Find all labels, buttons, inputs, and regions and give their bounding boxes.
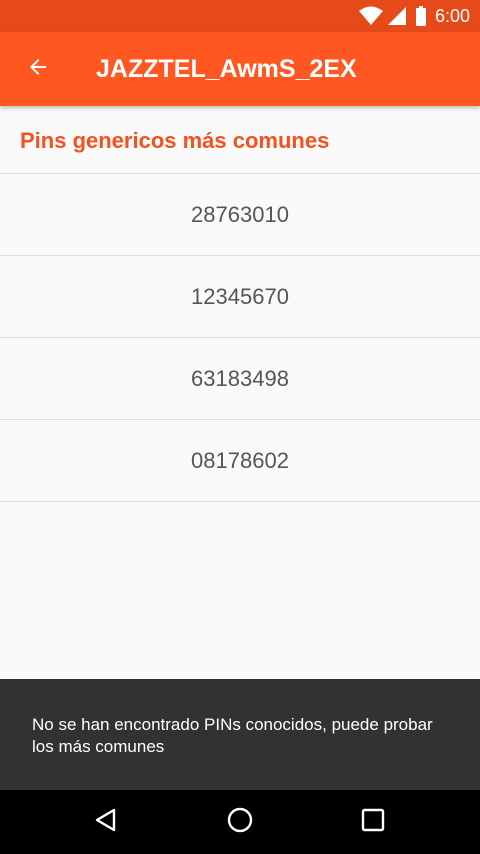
nav-home-button[interactable]: [216, 798, 264, 846]
app-bar: JAZZTEL_AwmS_2EX: [0, 32, 480, 106]
signal-icon: [387, 6, 407, 26]
status-icons: 6:00: [358, 0, 470, 32]
status-bar: 6:00: [0, 0, 480, 32]
pin-item[interactable]: 63183498: [0, 338, 480, 420]
back-button[interactable]: [14, 45, 62, 93]
home-circle-icon: [226, 806, 254, 839]
section-header: Pins genericos más comunes: [0, 106, 480, 174]
wifi-icon: [358, 6, 383, 26]
battery-icon: [415, 6, 427, 26]
nav-back-button[interactable]: [82, 798, 130, 846]
pin-item[interactable]: 28763010: [0, 174, 480, 256]
snackbar: No se han encontrado PINs conocidos, pue…: [0, 679, 480, 790]
nav-bar: [0, 790, 480, 854]
section-title: Pins genericos más comunes: [20, 128, 330, 153]
pin-list: 28763010 12345670 63183498 08178602: [0, 174, 480, 502]
nav-recents-button[interactable]: [349, 798, 397, 846]
back-triangle-icon: [93, 807, 119, 838]
recents-square-icon: [361, 808, 385, 837]
arrow-back-icon: [26, 55, 50, 84]
snackbar-message: No se han encontrado PINs conocidos, pue…: [32, 715, 433, 756]
pin-item[interactable]: 12345670: [0, 256, 480, 338]
pin-item[interactable]: 08178602: [0, 420, 480, 502]
status-time: 6:00: [434, 5, 470, 26]
page-title: JAZZTEL_AwmS_2EX: [96, 55, 357, 83]
